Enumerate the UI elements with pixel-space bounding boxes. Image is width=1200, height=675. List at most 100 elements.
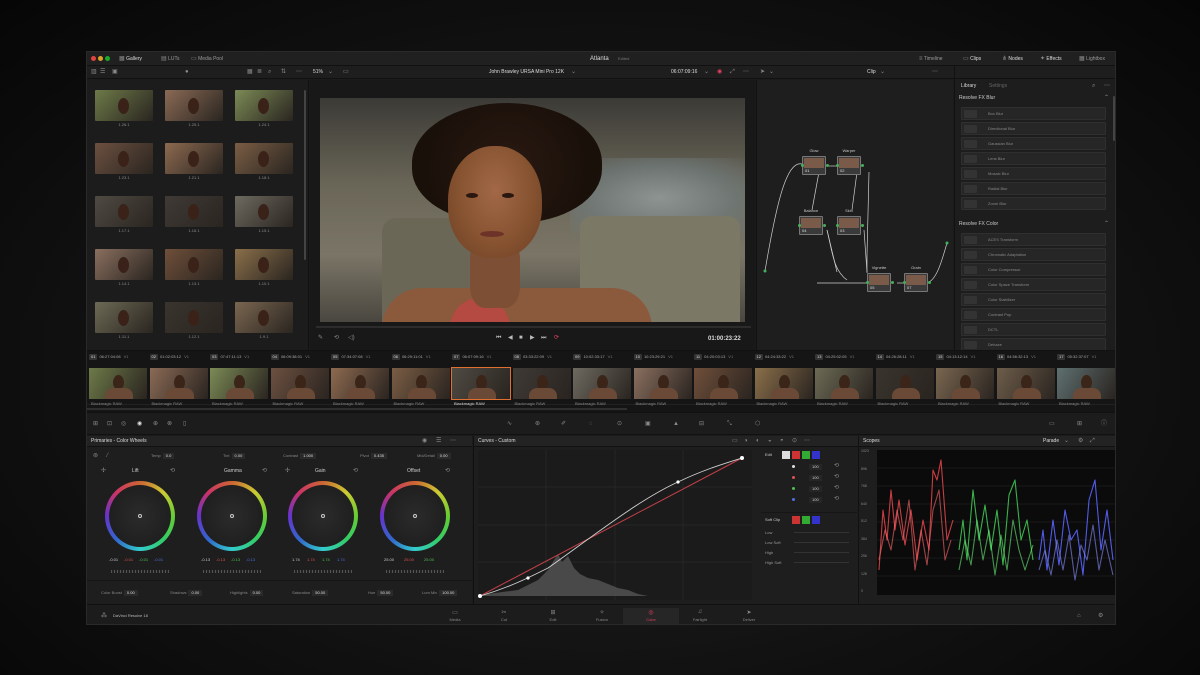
loop-playback-icon[interactable]: ⟳: [554, 335, 559, 341]
wheel-handle[interactable]: [321, 514, 325, 518]
zoom-window-icon[interactable]: [105, 56, 110, 61]
speaker-icon[interactable]: ◁): [348, 335, 355, 341]
color-wheels-icon[interactable]: ◉: [137, 421, 142, 427]
pivot-value[interactable]: 0.435: [370, 453, 387, 459]
tab-gallery[interactable]: ▦ Gallery: [119, 56, 142, 62]
curves-more-icon[interactable]: ⋯: [804, 438, 810, 444]
fx-item[interactable]: Directional Blur: [961, 122, 1106, 135]
settings-gear-icon[interactable]: ⚙: [1098, 613, 1103, 619]
fx-item[interactable]: Box Blur: [961, 107, 1106, 120]
gallery-still[interactable]: [165, 302, 223, 333]
album-icon[interactable]: ▣: [112, 69, 118, 75]
timeline-clip[interactable]: [694, 368, 752, 399]
collapse-chevron-icon[interactable]: ⌃: [1104, 221, 1109, 227]
curve-graph[interactable]: [478, 450, 752, 600]
offset-master-slider[interactable]: [386, 570, 444, 573]
node-output-dot[interactable]: [823, 224, 826, 227]
shadows-param[interactable]: Shadows 0.00: [170, 590, 203, 596]
gallery-still[interactable]: [165, 90, 223, 121]
wheels-mode-icon[interactable]: ◉: [422, 438, 427, 444]
channel-reset-icon[interactable]: ⟲: [834, 485, 839, 491]
red-channel-toggle[interactable]: [792, 451, 800, 459]
lift-wheel[interactable]: [105, 481, 175, 551]
page-deliver[interactable]: ➤ Deliver: [721, 608, 777, 624]
lummix-value[interactable]: 100.00: [439, 590, 458, 596]
curves-icon[interactable]: ∿: [507, 421, 512, 427]
tab-effects[interactable]: ✦ Effects: [1040, 56, 1062, 62]
gallery-scrollbar[interactable]: [304, 90, 306, 260]
gain-master-slider[interactable]: [294, 570, 352, 573]
node-output-dot[interactable]: [861, 224, 864, 227]
middetail-value[interactable]: 0.00: [436, 453, 451, 459]
fx-item[interactable]: Gaussian Blur: [961, 137, 1106, 150]
softclip-green-toggle[interactable]: [802, 516, 810, 524]
color-node[interactable]: 03: [836, 216, 864, 235]
list-view-icon[interactable]: ☰: [100, 69, 105, 75]
page-cut[interactable]: ✂ Cut: [476, 608, 532, 624]
shadows-value[interactable]: 0.00: [188, 590, 203, 596]
colorboost-value[interactable]: 0.00: [123, 590, 138, 596]
primaries-icon[interactable]: ◎: [121, 421, 126, 427]
lummix-param[interactable]: Lum Mix 100.00: [422, 590, 458, 596]
timeline-clip[interactable]: [996, 368, 1055, 399]
fx-color-header[interactable]: Resolve FX Color: [959, 222, 998, 227]
pointer-chevron-icon[interactable]: ⌄: [769, 69, 774, 75]
auto-balance-icon[interactable]: ⊚: [93, 453, 98, 459]
wheel-handle[interactable]: [138, 514, 142, 518]
gain-wheel[interactable]: [288, 481, 358, 551]
timeline-clip[interactable]: [633, 368, 692, 399]
temp-value[interactable]: 0.0: [162, 453, 175, 459]
temp-param[interactable]: Temp 0.0: [151, 453, 175, 459]
softclip-red-toggle[interactable]: [792, 516, 800, 524]
highlights-param[interactable]: Highlights 0.00: [230, 590, 264, 596]
gallery-still[interactable]: [95, 249, 153, 280]
lift-reset-icon[interactable]: ⟲: [170, 468, 175, 474]
scope-mode-select[interactable]: Parade: [1043, 439, 1059, 444]
gallery-still[interactable]: [95, 302, 153, 333]
middetail-param[interactable]: Mid/Detail 0.00: [417, 453, 451, 459]
collapse-chevron-icon[interactable]: ⌃: [1104, 95, 1109, 101]
fx-item[interactable]: ACES Transform: [961, 233, 1106, 246]
timeline-clip[interactable]: [149, 368, 208, 399]
library-scrollbar[interactable]: [1113, 96, 1115, 141]
play-icon[interactable]: ▶: [530, 335, 535, 341]
curves-satsat-icon[interactable]: ◓: [780, 438, 784, 444]
stop-icon[interactable]: ■: [519, 335, 523, 341]
pivot-param[interactable]: Pivot 0.435: [360, 453, 387, 459]
timeline-clip[interactable]: [89, 368, 147, 399]
wheel-handle[interactable]: [230, 514, 234, 518]
gallery-still[interactable]: [235, 302, 293, 333]
saturation-param[interactable]: Saturation 50.00: [292, 590, 329, 596]
gain-reset-icon[interactable]: ⟲: [353, 468, 358, 474]
node-output-dot[interactable]: [928, 281, 931, 284]
page-color[interactable]: ◎ Color: [623, 608, 679, 624]
color-node[interactable]: 01: [801, 156, 829, 175]
picker-icon[interactable]: ⁄: [107, 453, 108, 459]
loop-icon[interactable]: ⟲: [334, 335, 339, 341]
tab-settings[interactable]: Settings: [989, 84, 1007, 89]
key-icon[interactable]: ⊟: [699, 421, 704, 427]
pointer-icon[interactable]: ➤: [760, 69, 765, 75]
viewer-more-icon[interactable]: ⋯: [743, 69, 749, 75]
viewer-scrubber[interactable]: [316, 326, 751, 328]
color-node[interactable]: 05: [866, 273, 894, 292]
gamma-value[interactable]: -0.13: [216, 558, 225, 562]
gamma-value[interactable]: -0.13: [246, 558, 255, 562]
tab-luts[interactable]: ▤ LUTs: [161, 56, 179, 62]
gain-value[interactable]: 1.74: [307, 558, 315, 562]
timeline-clip[interactable]: [573, 368, 631, 399]
channel-reset-icon[interactable]: ⟲: [834, 496, 839, 502]
fx-item[interactable]: Lens Blur: [961, 152, 1106, 165]
wheel-handle[interactable]: [413, 514, 417, 518]
curves-lum-icon[interactable]: ◒: [768, 438, 772, 444]
skip-start-icon[interactable]: ⏮: [496, 335, 501, 341]
gallery-still[interactable]: [235, 90, 293, 121]
lift-value[interactable]: -0.01: [109, 558, 118, 562]
green-channel-toggle[interactable]: [802, 451, 810, 459]
timeline-scrollbar[interactable]: [87, 408, 627, 410]
gamma-wheel[interactable]: [197, 481, 267, 551]
link-channels-icon[interactable]: [782, 451, 790, 459]
node-output-dot[interactable]: [826, 164, 829, 167]
gamma-value[interactable]: -0.13: [231, 558, 240, 562]
library-search-icon[interactable]: ⌕: [1092, 83, 1095, 89]
